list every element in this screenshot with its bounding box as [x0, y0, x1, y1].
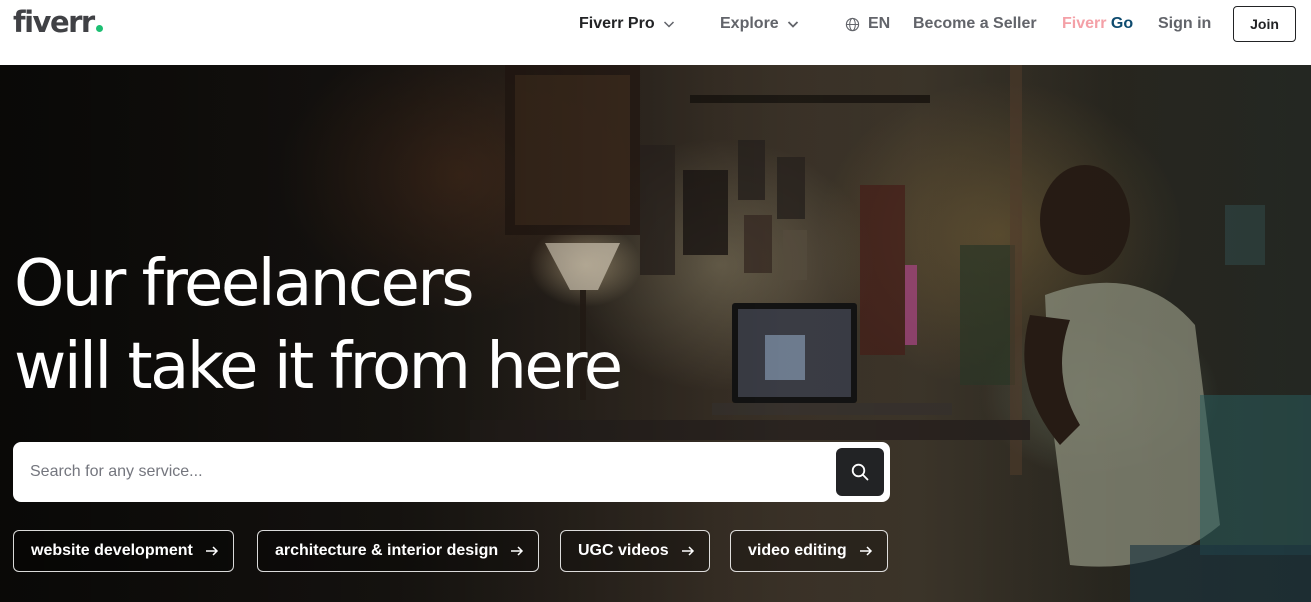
nav-fiverr-go[interactable]: Fiverr Go — [1062, 14, 1133, 34]
hero-title-line2: will take it from here — [14, 330, 623, 404]
fiverr-go-label-part1: Fiverr — [1062, 15, 1107, 32]
chip-website-development[interactable]: website development — [13, 530, 234, 572]
arrow-right-icon — [681, 546, 694, 556]
search-input[interactable] — [13, 442, 836, 502]
logo-dot-icon — [95, 25, 103, 32]
chevron-down-icon — [663, 21, 674, 28]
logo-text: fiverr — [13, 5, 95, 39]
nav-sign-in-label: Sign in — [1158, 15, 1212, 32]
nav-become-seller[interactable]: Become a Seller — [913, 14, 1037, 34]
chip-label: video editing — [748, 542, 847, 559]
chip-label: website development — [31, 542, 193, 559]
chip-architecture-interior-design[interactable]: architecture & interior design — [257, 530, 540, 572]
join-button[interactable]: Join — [1233, 6, 1296, 42]
search-icon — [851, 463, 869, 481]
top-navigation-bar: fiverr Fiverr Pro Explore EN Become a Se… — [0, 0, 1311, 65]
nav-sign-in[interactable]: Sign in — [1158, 14, 1211, 34]
chip-video-editing[interactable]: video editing — [730, 530, 888, 572]
arrow-right-icon — [859, 546, 872, 556]
nav-fiverr-pro-label: Fiverr Pro — [579, 15, 655, 32]
hero-section: Our freelancers will take it from here w… — [0, 65, 1311, 602]
nav-explore-label: Explore — [720, 15, 779, 32]
hero-title: Our freelancers will take it from here — [14, 243, 623, 409]
fiverr-logo[interactable]: fiverr — [13, 5, 103, 39]
nav-fiverr-pro[interactable]: Fiverr Pro — [579, 14, 675, 34]
arrow-right-icon — [511, 546, 524, 556]
search-bar — [13, 442, 890, 502]
chevron-down-icon — [787, 21, 798, 28]
hero-title-line1: Our freelancers — [14, 247, 475, 321]
nav-language[interactable]: EN — [845, 14, 890, 34]
chip-label: architecture & interior design — [275, 542, 499, 559]
search-button[interactable] — [836, 448, 884, 496]
nav-language-label: EN — [868, 15, 891, 32]
chip-ugc-videos[interactable]: UGC videos — [560, 530, 710, 572]
globe-icon — [845, 17, 860, 31]
nav-become-seller-label: Become a Seller — [913, 15, 1037, 32]
nav-explore[interactable]: Explore — [720, 14, 799, 34]
arrow-right-icon — [205, 546, 218, 556]
fiverr-go-label-part2: Go — [1110, 15, 1134, 32]
chip-label: UGC videos — [578, 542, 669, 559]
